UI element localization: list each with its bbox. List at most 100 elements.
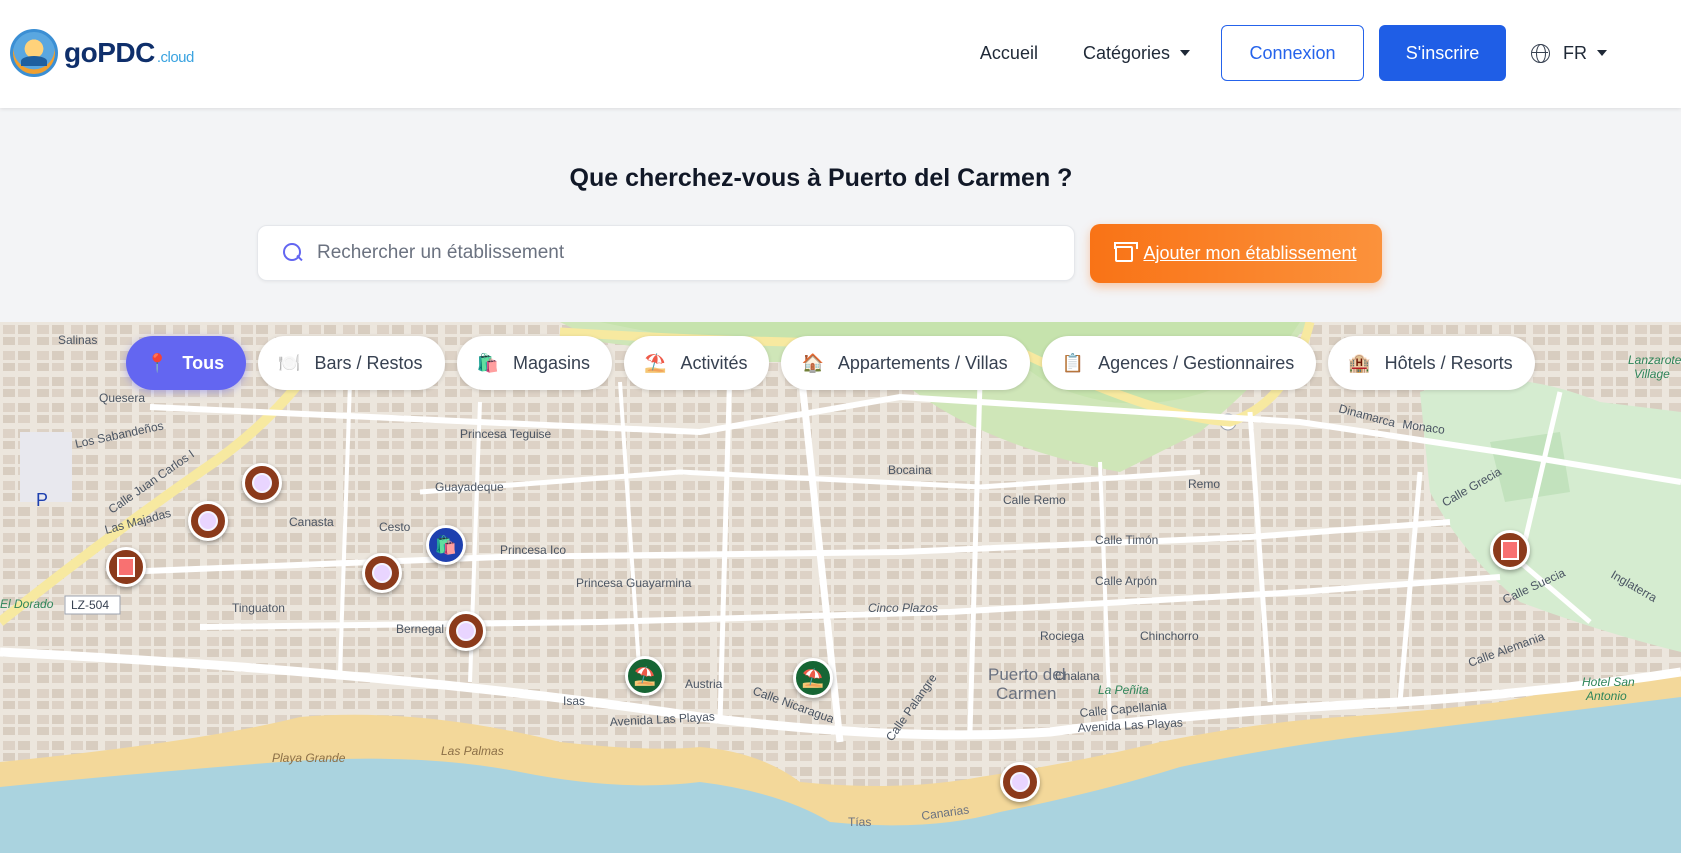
chevron-down-icon bbox=[1597, 50, 1607, 56]
map-label-bernegal: Bernegal bbox=[396, 622, 444, 636]
map-label-austria: Austria bbox=[685, 677, 723, 691]
restaurant-marker[interactable] bbox=[446, 611, 486, 651]
main-nav: Accueil Catégories Connexion S'inscrire … bbox=[980, 25, 1681, 81]
beach-umbrella-icon: ⛱️ bbox=[633, 665, 657, 686]
map-label-remo: Remo bbox=[1188, 477, 1220, 491]
map-label-canasta: Canasta bbox=[289, 515, 334, 529]
map-label-el-dorado: El Dorado bbox=[0, 597, 54, 611]
shop-marker[interactable]: 🛍️ bbox=[426, 525, 466, 565]
filter-label: Hôtels / Resorts bbox=[1384, 352, 1513, 373]
shopping-bag-icon: 🛍️ bbox=[434, 534, 458, 555]
plate-icon bbox=[372, 563, 392, 583]
map-label-lanzarote-village-2: Village bbox=[1634, 367, 1670, 381]
map-canvas[interactable]: Puerto del Carmen Playa Grande LZ-504 Av… bbox=[0, 322, 1681, 853]
clipboard-icon: 📋 bbox=[1061, 353, 1085, 373]
restaurant-marker[interactable] bbox=[362, 553, 402, 593]
map-label-la-penita: La Peñita bbox=[1098, 683, 1149, 697]
map-label-calle-arpon: Calle Arpón bbox=[1095, 574, 1157, 588]
logo-tld: .cloud bbox=[156, 49, 195, 66]
plate-icon bbox=[252, 473, 272, 493]
activity-marker[interactable]: ⛱️ bbox=[793, 658, 833, 698]
map-label-town: Puerto del bbox=[988, 665, 1066, 684]
pin-icon: 📍 bbox=[146, 353, 169, 373]
beach-umbrella-icon: ⛱️ bbox=[644, 353, 667, 373]
search-input[interactable] bbox=[317, 242, 1037, 264]
map-label-salinas: Salinas bbox=[58, 333, 97, 347]
filter-label: Appartements / Villas bbox=[837, 352, 1008, 373]
map-label-rociega: Rociega bbox=[1040, 629, 1084, 643]
signup-label: S'inscrire bbox=[1405, 42, 1480, 63]
nav-categories-dropdown[interactable]: Catégories bbox=[1083, 43, 1190, 64]
map-label-guayadeque: Guayadeque bbox=[435, 480, 504, 494]
plate-icon bbox=[456, 621, 476, 641]
hotel-icon bbox=[1501, 540, 1519, 560]
filter-label: Bars / Restos bbox=[314, 352, 423, 373]
map-label-chinchorro: Chinchorro bbox=[1140, 629, 1199, 643]
nav-categories-label: Catégories bbox=[1082, 42, 1170, 63]
site-header: goPDC .cloud Accueil Catégories Connexion… bbox=[0, 0, 1681, 108]
logo-icon bbox=[10, 29, 58, 77]
language-selector[interactable]: FR bbox=[1531, 43, 1607, 64]
restaurant-marker[interactable] bbox=[1000, 762, 1040, 802]
plate-icon bbox=[198, 511, 218, 531]
filter-chip-activites[interactable]: ⛱️ Activités bbox=[624, 336, 770, 390]
map-label-isas: Isas bbox=[563, 694, 585, 708]
plate-icon: 🍽️ bbox=[278, 353, 301, 373]
filter-label: Activités bbox=[680, 352, 748, 373]
logo-text: goPDC .cloud bbox=[64, 37, 194, 69]
map-label-bocaina: Bocaina bbox=[888, 463, 932, 477]
category-filters: 📍 Tous 🍽️ Bars / Restos 🛍️ Magasins ⛱️ Activ… bbox=[126, 336, 1547, 390]
filter-chip-appartements[interactable]: 🏠 Appartements / Villas bbox=[781, 336, 1030, 390]
language-label: FR bbox=[1563, 42, 1587, 63]
hotel-icon bbox=[117, 557, 135, 577]
filter-chip-all[interactable]: 📍 Tous bbox=[126, 336, 247, 390]
restaurant-marker[interactable] bbox=[188, 501, 228, 541]
activity-marker[interactable]: ⛱️ bbox=[625, 656, 665, 696]
map-label-beach: Playa Grande bbox=[272, 751, 346, 765]
beach-umbrella-icon: ⛱️ bbox=[801, 667, 825, 688]
filter-label: Magasins bbox=[512, 352, 591, 373]
logo[interactable]: goPDC .cloud bbox=[10, 27, 194, 79]
filter-label: Tous bbox=[182, 352, 225, 373]
map-label-tinguaton: Tinguaton bbox=[232, 601, 285, 615]
map-label-princesa-ico: Princesa Ico bbox=[500, 543, 566, 557]
restaurant-marker[interactable] bbox=[242, 463, 282, 503]
map-label-cesto: Cesto bbox=[379, 520, 411, 534]
nav-home-link[interactable]: Accueil bbox=[980, 43, 1038, 64]
add-establishment-button[interactable]: Ajouter mon établissement bbox=[1090, 224, 1382, 283]
map-label-hotel-san-antonio-2: Antonio bbox=[1585, 689, 1627, 703]
map-label-town-2: Carmen bbox=[996, 684, 1056, 703]
search-box bbox=[257, 225, 1075, 281]
filter-chip-bars-restos[interactable]: 🍽️ Bars / Restos bbox=[258, 336, 445, 390]
map-label-chalana: Chalana bbox=[1055, 669, 1100, 683]
filter-chip-hotels[interactable]: 🏨 Hôtels / Resorts bbox=[1328, 336, 1535, 390]
search-icon bbox=[283, 243, 303, 263]
house-icon: 🏠 bbox=[801, 353, 824, 373]
hotel-icon: 🏨 bbox=[1348, 353, 1371, 373]
add-establishment-label: Ajouter mon établissement bbox=[1143, 243, 1357, 263]
signup-button[interactable]: S'inscrire bbox=[1379, 25, 1506, 81]
map-label-cinco-plazos: Cinco Plazos bbox=[868, 601, 938, 615]
map-label-calle-remo: Calle Remo bbox=[1003, 493, 1066, 507]
parking-icon: P bbox=[36, 490, 48, 510]
hotel-marker[interactable] bbox=[1490, 530, 1530, 570]
map-label-princesa-teguise: Princesa Teguise bbox=[460, 427, 551, 441]
map-label-princesa-guayarmina: Princesa Guayarmina bbox=[576, 576, 692, 590]
chevron-down-icon bbox=[1180, 50, 1190, 56]
store-icon bbox=[1114, 241, 1139, 262]
map-label-road-code: LZ-504 bbox=[71, 598, 109, 612]
login-button[interactable]: Connexion bbox=[1221, 25, 1364, 81]
filter-label: Agences / Gestionnaires bbox=[1098, 352, 1295, 373]
map[interactable]: Puerto del Carmen Playa Grande LZ-504 Av… bbox=[0, 322, 1681, 853]
filter-chip-magasins[interactable]: 🛍️ Magasins bbox=[456, 336, 613, 390]
map-label-las-palmas: Las Palmas bbox=[441, 744, 504, 758]
map-label-hotel-san-antonio: Hotel San bbox=[1582, 675, 1635, 689]
globe-icon bbox=[1531, 43, 1550, 63]
hotel-marker[interactable] bbox=[106, 547, 146, 587]
logo-wordmark: goPDC bbox=[64, 37, 155, 68]
filter-chip-agences[interactable]: 📋 Agences / Gestionnaires bbox=[1041, 336, 1317, 390]
plate-icon bbox=[1010, 772, 1030, 792]
login-label: Connexion bbox=[1249, 42, 1336, 63]
map-label-tias: Tías bbox=[848, 815, 871, 829]
map-label-quesera: Quesera bbox=[99, 391, 145, 405]
